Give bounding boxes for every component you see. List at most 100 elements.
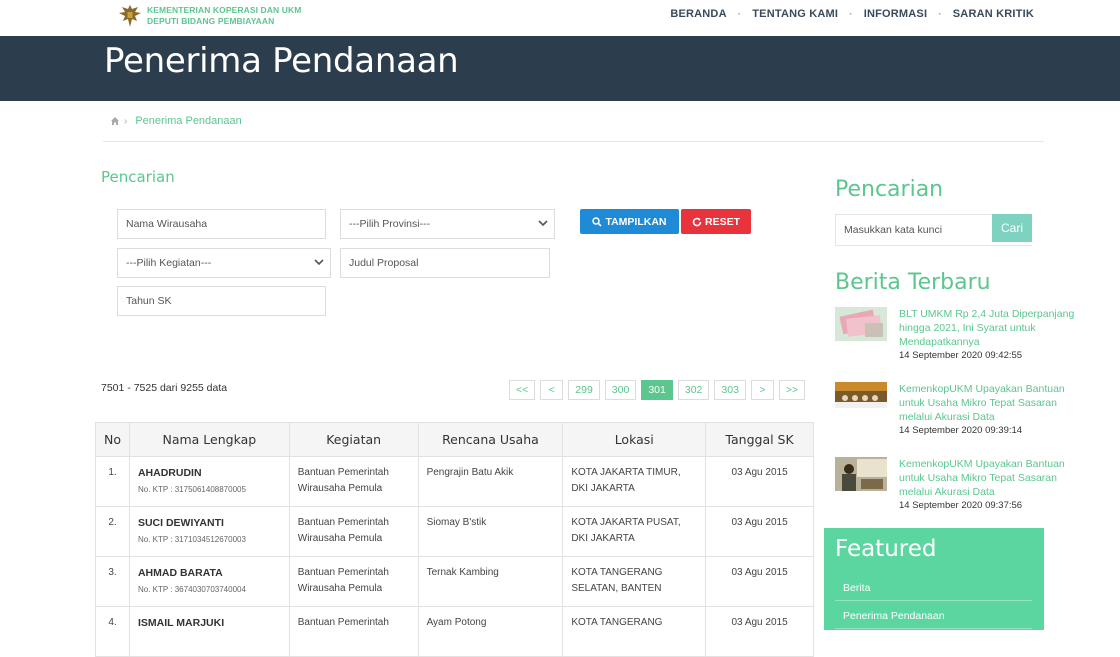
nav-separator: · [938, 8, 942, 20]
nav-saran-kritik[interactable]: SARAN KRITIK [953, 8, 1034, 20]
chevron-down-icon [314, 259, 324, 266]
cell-no: 1. [95, 456, 130, 507]
cell-kegiatan: Bantuan Pemerintah Wirausaha Pemula [288, 506, 419, 557]
top-navbar: KEMENTERIAN KOPERASI DAN UKM DEPUTI BIDA… [0, 0, 1120, 36]
cell-lokasi: KOTA TANGERANG [562, 606, 707, 657]
news-thumbnail-image[interactable] [835, 457, 887, 491]
nav-tentang-kami[interactable]: TENTANG KAMI [752, 8, 838, 20]
cell-tanggal: 03 Agu 2015 [705, 606, 814, 657]
table-row: 2. SUCI DEWIYANTI No. KTP : 3171034512670… [95, 506, 814, 557]
kegiatan-select[interactable]: ---Pilih Kegiatan--- [117, 248, 331, 278]
pagination: << < 299 300 301 302 303 > >> [509, 380, 806, 400]
col-no: No [95, 422, 130, 457]
cell-name: AHADRUDIN No. KTP : 3175061408870005 [128, 456, 290, 507]
chevron-right-icon: › [124, 115, 128, 127]
col-rencana-usaha: Rencana Usaha [417, 422, 564, 457]
recipient-name[interactable]: AHADRUDIN [138, 465, 281, 481]
garuda-logo-icon[interactable] [118, 3, 142, 29]
page-299[interactable]: 299 [568, 380, 600, 400]
table-row: 1. AHADRUDIN No. KTP : 3175061408870005 B… [95, 456, 814, 507]
cell-kegiatan: Bantuan Pemerintah [288, 606, 419, 657]
refresh-icon [692, 217, 702, 226]
cell-kegiatan: Bantuan Pemerintah Wirausaha Pemula [288, 456, 419, 507]
provinsi-select[interactable]: ---Pilih Provinsi--- [340, 209, 555, 239]
news-thumbnail-image[interactable] [835, 382, 887, 408]
col-tanggal-sk: Tanggal SK [705, 422, 814, 457]
nav-separator: · [849, 8, 853, 20]
page-302[interactable]: 302 [677, 380, 710, 400]
cell-lokasi: KOTA JAKARTA TIMUR, DKI JAKARTA [562, 456, 707, 507]
col-lokasi: Lokasi [562, 422, 707, 457]
page-first[interactable]: << [509, 380, 536, 400]
tahun-sk-input[interactable]: Tahun SK [117, 286, 326, 316]
news-headline[interactable]: KemenkopUKM Upayakan Bantuan untuk Usaha… [899, 457, 1089, 499]
tahun-sk-placeholder: Tahun SK [126, 295, 172, 307]
featured-panel: Featured Berita Penerima Pendanaan [824, 528, 1044, 630]
page-next[interactable]: > [750, 380, 774, 400]
news-timestamp: 14 September 2020 09:42:55 [899, 350, 1023, 361]
news-timestamp: 14 September 2020 09:37:56 [899, 500, 1023, 511]
page-last[interactable]: >> [778, 380, 806, 400]
page-prev[interactable]: < [540, 380, 564, 400]
sidebar-search-placeholder: Masukkan kata kunci [844, 224, 943, 236]
col-kegiatan: Kegiatan [288, 422, 419, 457]
judul-proposal-placeholder: Judul Proposal [349, 257, 419, 269]
result-count: 7501 - 7525 dari 9255 data [101, 382, 228, 394]
ministry-name[interactable]: KEMENTERIAN KOPERASI DAN UKM DEPUTI BIDA… [147, 5, 301, 27]
featured-title: Featured [835, 536, 937, 562]
nama-wirausaha-input[interactable]: Nama Wirausaha [117, 209, 326, 239]
nav-informasi[interactable]: INFORMASI [864, 8, 928, 20]
table-header-row: No Nama Lengkap Kegiatan Rencana Usaha L… [95, 422, 814, 457]
cell-name: SUCI DEWIYANTI No. KTP : 3171034512670003 [128, 506, 290, 557]
sidebar-search-button[interactable]: Cari [992, 214, 1032, 242]
recipient-ktp: No. KTP : 3175061408870005 [137, 485, 246, 494]
cell-name: ISMAIL MARJUKI [128, 606, 290, 657]
cell-usaha: Pengrajin Batu Akik [417, 456, 564, 507]
featured-item-berita[interactable]: Berita [835, 575, 1032, 601]
page-header-band: Penerima Pendanaan [0, 36, 1120, 101]
ministry-line-2: DEPUTI BIDANG PEMBIAYAAN [147, 16, 275, 26]
nav-separator: · [737, 8, 742, 20]
page-300[interactable]: 300 [604, 380, 637, 400]
kegiatan-select-value: ---Pilih Kegiatan--- [126, 257, 212, 269]
news-thumbnail-image[interactable] [835, 307, 887, 341]
news-headline[interactable]: KemenkopUKM Upayakan Bantuan untuk Usaha… [899, 382, 1089, 424]
recipient-name[interactable]: SUCI DEWIYANTI [138, 515, 281, 531]
news-section-title: Berita Terbaru [835, 270, 991, 295]
recipient-name[interactable]: AHMAD BARATA [138, 565, 281, 581]
news-timestamp: 14 September 2020 09:39:14 [899, 425, 1023, 436]
reset-label: RESET [704, 215, 740, 228]
judul-proposal-input[interactable]: Judul Proposal [340, 248, 550, 278]
news-headline[interactable]: BLT UMKM Rp 2,4 Juta Diperpanjang hingga… [899, 307, 1089, 349]
table-row: 4. ISMAIL MARJUKI Bantuan Pemerintah Aya… [95, 606, 814, 657]
cell-lokasi: KOTA JAKARTA PUSAT, DKI JAKARTA [562, 506, 707, 557]
featured-item-penerima-pendanaan[interactable]: Penerima Pendanaan [835, 603, 1032, 629]
home-icon[interactable] [110, 116, 120, 126]
main-nav: BERANDA · TENTANG KAMI · INFORMASI · SAR… [670, 8, 1034, 20]
cell-lokasi: KOTA TANGERANG SELATAN, BANTEN [562, 556, 707, 607]
page-title: Penerima Pendanaan [104, 41, 459, 81]
recipient-ktp: No. KTP : 3674030703740004 [137, 585, 246, 594]
page-301-active[interactable]: 301 [641, 380, 673, 400]
cell-tanggal: 03 Agu 2015 [705, 556, 814, 607]
tampilkan-label: TAMPILKAN [605, 215, 667, 228]
col-nama-lengkap: Nama Lengkap [128, 422, 290, 457]
page-303[interactable]: 303 [714, 380, 746, 400]
cell-no: 4. [95, 606, 130, 657]
breadcrumb-current[interactable]: Penerima Pendanaan [135, 115, 241, 127]
nav-beranda[interactable]: BERANDA [670, 8, 726, 20]
cell-name: AHMAD BARATA No. KTP : 3674030703740004 [128, 556, 290, 607]
news-item: KemenkopUKM Upayakan Bantuan untuk Usaha… [835, 382, 1085, 442]
tampilkan-button[interactable]: TAMPILKAN [580, 209, 679, 234]
breadcrumb: › Penerima Pendanaan [110, 115, 242, 127]
recipients-table: No Nama Lengkap Kegiatan Rencana Usaha L… [95, 422, 814, 657]
reset-button[interactable]: RESET [681, 209, 751, 234]
divider [103, 141, 1044, 142]
cell-usaha: Siomay B'stik [417, 506, 564, 557]
news-item: KemenkopUKM Upayakan Bantuan untuk Usaha… [835, 457, 1085, 517]
recipient-name[interactable]: ISMAIL MARJUKI [138, 615, 281, 631]
sidebar-search-title: Pencarian [835, 177, 944, 202]
cell-kegiatan: Bantuan Pemerintah Wirausaha Pemula [288, 556, 419, 607]
search-icon [592, 216, 603, 227]
nama-wirausaha-placeholder: Nama Wirausaha [126, 218, 208, 230]
